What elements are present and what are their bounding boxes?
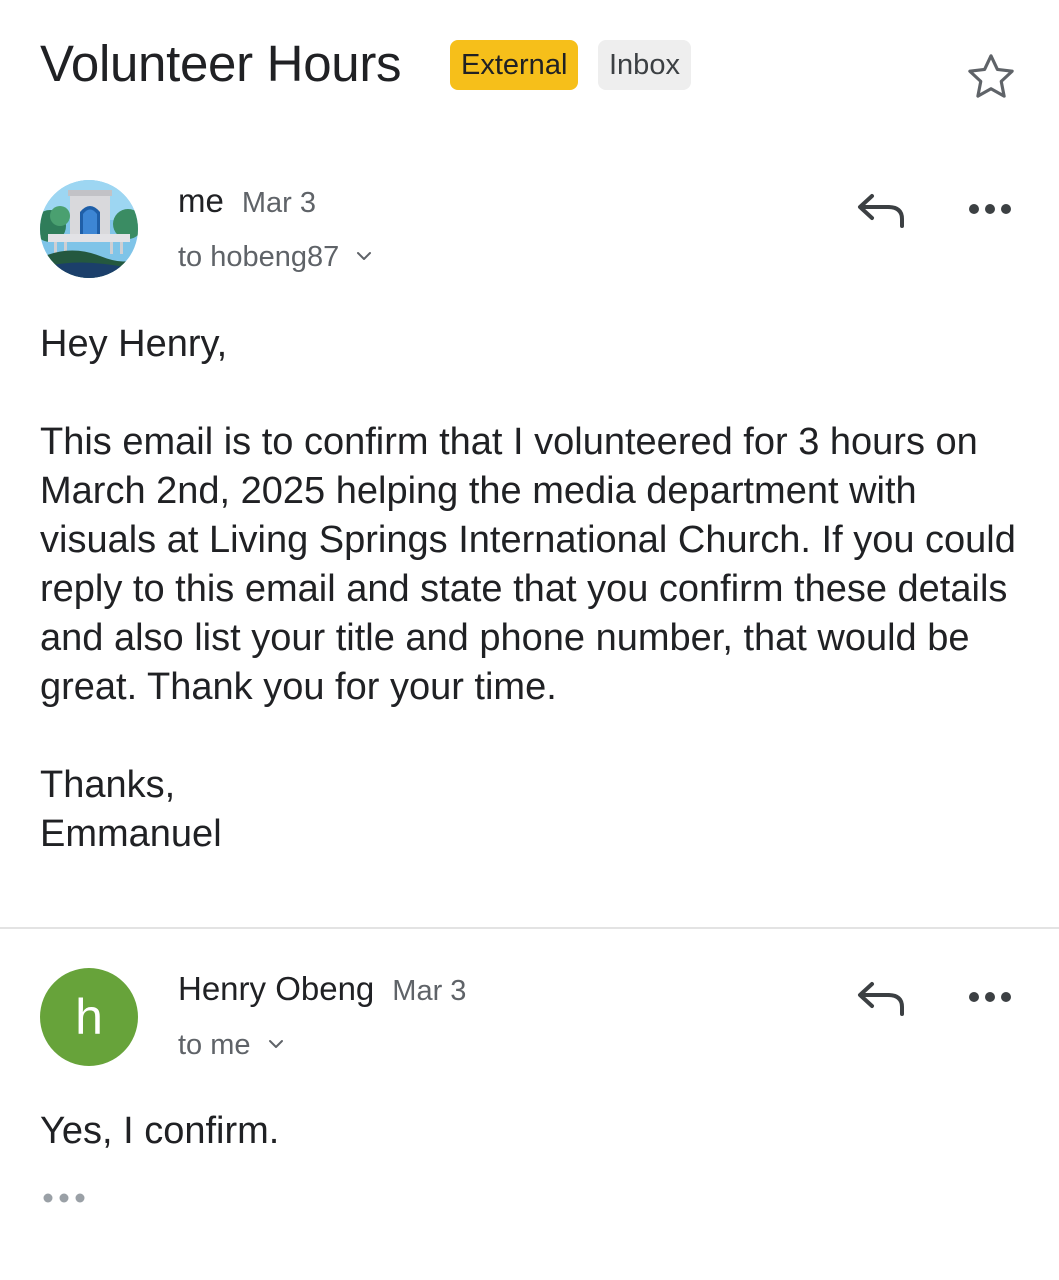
message-body: Hey Henry, This email is to confirm that… [40,320,1020,859]
reply-icon[interactable] [854,976,910,1020]
label-inbox[interactable]: Inbox [598,40,691,90]
avatar[interactable] [40,180,138,278]
sender-line: Henry Obeng Mar 3 [178,969,466,1011]
message-divider [0,927,1059,929]
label-external[interactable]: External [450,40,579,90]
chevron-down-icon [268,1040,283,1049]
recipient-details-toggle[interactable]: to me [178,1027,285,1063]
more-options-icon[interactable] [966,985,1014,1009]
thread-header: Volunteer Hours External Inbox [40,28,1019,108]
message-body: Yes, I confirm. [40,1107,1020,1156]
body-paragraph: Yes, I confirm. [40,1110,280,1152]
sender-name[interactable]: me [178,182,224,219]
recipient-text: to me [178,1029,251,1061]
sender-name[interactable]: Henry Obeng [178,970,374,1007]
show-trimmed-content-icon[interactable] [40,1184,88,1212]
profile-photo-image [40,180,138,278]
chevron-down-icon [357,252,372,261]
star-icon[interactable] [964,50,1018,104]
message-date: Mar 3 [392,975,467,1007]
greeting: Hey Henry, [40,323,228,365]
avatar[interactable]: h [40,968,138,1066]
closing: Thanks, [40,764,176,806]
recipient-text: to hobeng87 [178,241,340,273]
message-date: Mar 3 [241,187,316,219]
sender-line: me Mar 3 [178,181,316,223]
thread-subject: Volunteer Hours [40,35,402,92]
more-options-icon[interactable] [966,197,1014,221]
reply-icon[interactable] [854,188,910,232]
recipient-details-toggle[interactable]: to hobeng87 [178,239,373,275]
signature: Emmanuel [40,813,222,855]
body-paragraph: This email is to confirm that I voluntee… [40,421,1016,708]
